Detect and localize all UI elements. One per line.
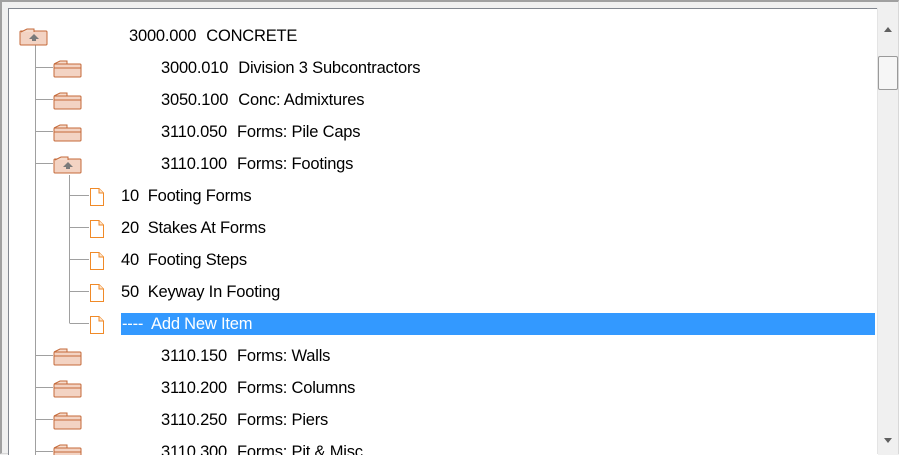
folder-closed-icon bbox=[53, 60, 83, 78]
document-icon bbox=[89, 219, 105, 239]
tree-node-name: Forms: Walls bbox=[237, 347, 331, 365]
tree-node-label: 3000.010 Division 3 Subcontractors bbox=[161, 57, 421, 79]
folder-closed-icon bbox=[53, 124, 83, 142]
tree-node-label: 3000.000 CONCRETE bbox=[129, 25, 297, 47]
tree-node-label: 3110.300 Forms: Pit & Misc bbox=[161, 441, 363, 455]
cost-code-tree[interactable]: 3000.000 CONCRETE 3000.010 Division 3 Subc… bbox=[8, 8, 878, 455]
tree-node-name: Forms: Piers bbox=[237, 411, 329, 429]
tree-node-3110-250[interactable]: 3110.250 Forms: Piers bbox=[9, 404, 878, 436]
tree-node-3000-010[interactable]: 3000.010 Division 3 Subcontractors bbox=[9, 52, 878, 84]
tree-node-name: Forms: Footings bbox=[237, 155, 354, 173]
folder-closed-icon bbox=[53, 92, 83, 110]
tree-leaf-50[interactable]: 50 Keyway In Footing bbox=[9, 276, 878, 308]
tree-node-3110-300[interactable]: 3110.300 Forms: Pit & Misc bbox=[9, 436, 878, 455]
tree-node-3110-200[interactable]: 3110.200 Forms: Columns bbox=[9, 372, 878, 404]
folder-closed-icon bbox=[53, 444, 83, 455]
tree-leaf-40[interactable]: 40 Footing Steps bbox=[9, 244, 878, 276]
tree-node-3110-150[interactable]: 3110.150 Forms: Walls bbox=[9, 340, 878, 372]
folder-closed-icon bbox=[53, 412, 83, 430]
document-icon bbox=[89, 315, 105, 335]
tree-node-3050-100[interactable]: 3050.100 Conc: Admixtures bbox=[9, 84, 878, 116]
tree-node-name: CONCRETE bbox=[206, 27, 298, 45]
tree-leaf-add-new-item[interactable]: ---- Add New Item bbox=[9, 308, 878, 340]
folder-open-icon bbox=[53, 156, 83, 174]
tree-node-code: 3110.050 bbox=[161, 123, 227, 141]
folder-closed-icon bbox=[53, 380, 83, 398]
tree-leaf-label: 40 Footing Steps bbox=[121, 251, 247, 269]
tree-node-name: Forms: Columns bbox=[237, 379, 356, 397]
tree-node-root[interactable]: 3000.000 CONCRETE bbox=[9, 20, 878, 52]
tree-node-label: 3110.050 Forms: Pile Caps bbox=[161, 121, 361, 143]
tree-node-code: 3110.300 bbox=[161, 443, 227, 455]
tree-node-3110-100[interactable]: 3110.100 Forms: Footings bbox=[9, 148, 878, 180]
vertical-scrollbar[interactable] bbox=[877, 8, 898, 454]
tree-node-code: 3110.250 bbox=[161, 411, 227, 429]
document-icon bbox=[89, 251, 105, 271]
document-icon bbox=[89, 187, 105, 207]
tree-node-code: 3110.200 bbox=[161, 379, 227, 397]
tree-node-name: Forms: Pile Caps bbox=[237, 123, 361, 141]
tree-leaf-label: 10 Footing Forms bbox=[121, 187, 252, 205]
tree-node-label: 3050.100 Conc: Admixtures bbox=[161, 89, 365, 111]
tree-node-code: 3050.100 bbox=[161, 91, 229, 109]
scrollbar-thumb[interactable] bbox=[878, 56, 898, 90]
selected-item-label: ---- Add New Item bbox=[121, 313, 875, 335]
tree-node-label: 3110.150 Forms: Walls bbox=[161, 345, 330, 367]
tree-leaf-label: 50 Keyway In Footing bbox=[121, 283, 281, 301]
tree-node-label: 3110.200 Forms: Columns bbox=[161, 377, 355, 399]
tree-node-3110-050[interactable]: 3110.050 Forms: Pile Caps bbox=[9, 116, 878, 148]
tree-node-name: Conc: Admixtures bbox=[238, 91, 365, 109]
tree-node-name: Division 3 Subcontractors bbox=[238, 59, 421, 77]
tree-node-code: 3000.000 bbox=[129, 27, 197, 45]
tree-node-label: 3110.250 Forms: Piers bbox=[161, 409, 328, 431]
tree-node-code: 3110.150 bbox=[161, 347, 227, 365]
tree-leaf-10[interactable]: 10 Footing Forms bbox=[9, 180, 878, 212]
document-icon bbox=[89, 283, 105, 303]
folder-closed-icon bbox=[53, 348, 83, 366]
scroll-up-arrow-icon[interactable] bbox=[884, 27, 892, 32]
tree-node-code: 3000.010 bbox=[161, 59, 229, 77]
tree-node-name: Forms: Pit & Misc bbox=[237, 443, 363, 455]
tree-node-code: 3110.100 bbox=[161, 155, 227, 173]
tree-leaf-20[interactable]: 20 Stakes At Forms bbox=[9, 212, 878, 244]
folder-open-icon bbox=[19, 28, 49, 46]
scroll-down-arrow-icon[interactable] bbox=[884, 438, 892, 443]
tree-node-label: 3110.100 Forms: Footings bbox=[161, 153, 353, 175]
tree-leaf-label: 20 Stakes At Forms bbox=[121, 219, 266, 237]
